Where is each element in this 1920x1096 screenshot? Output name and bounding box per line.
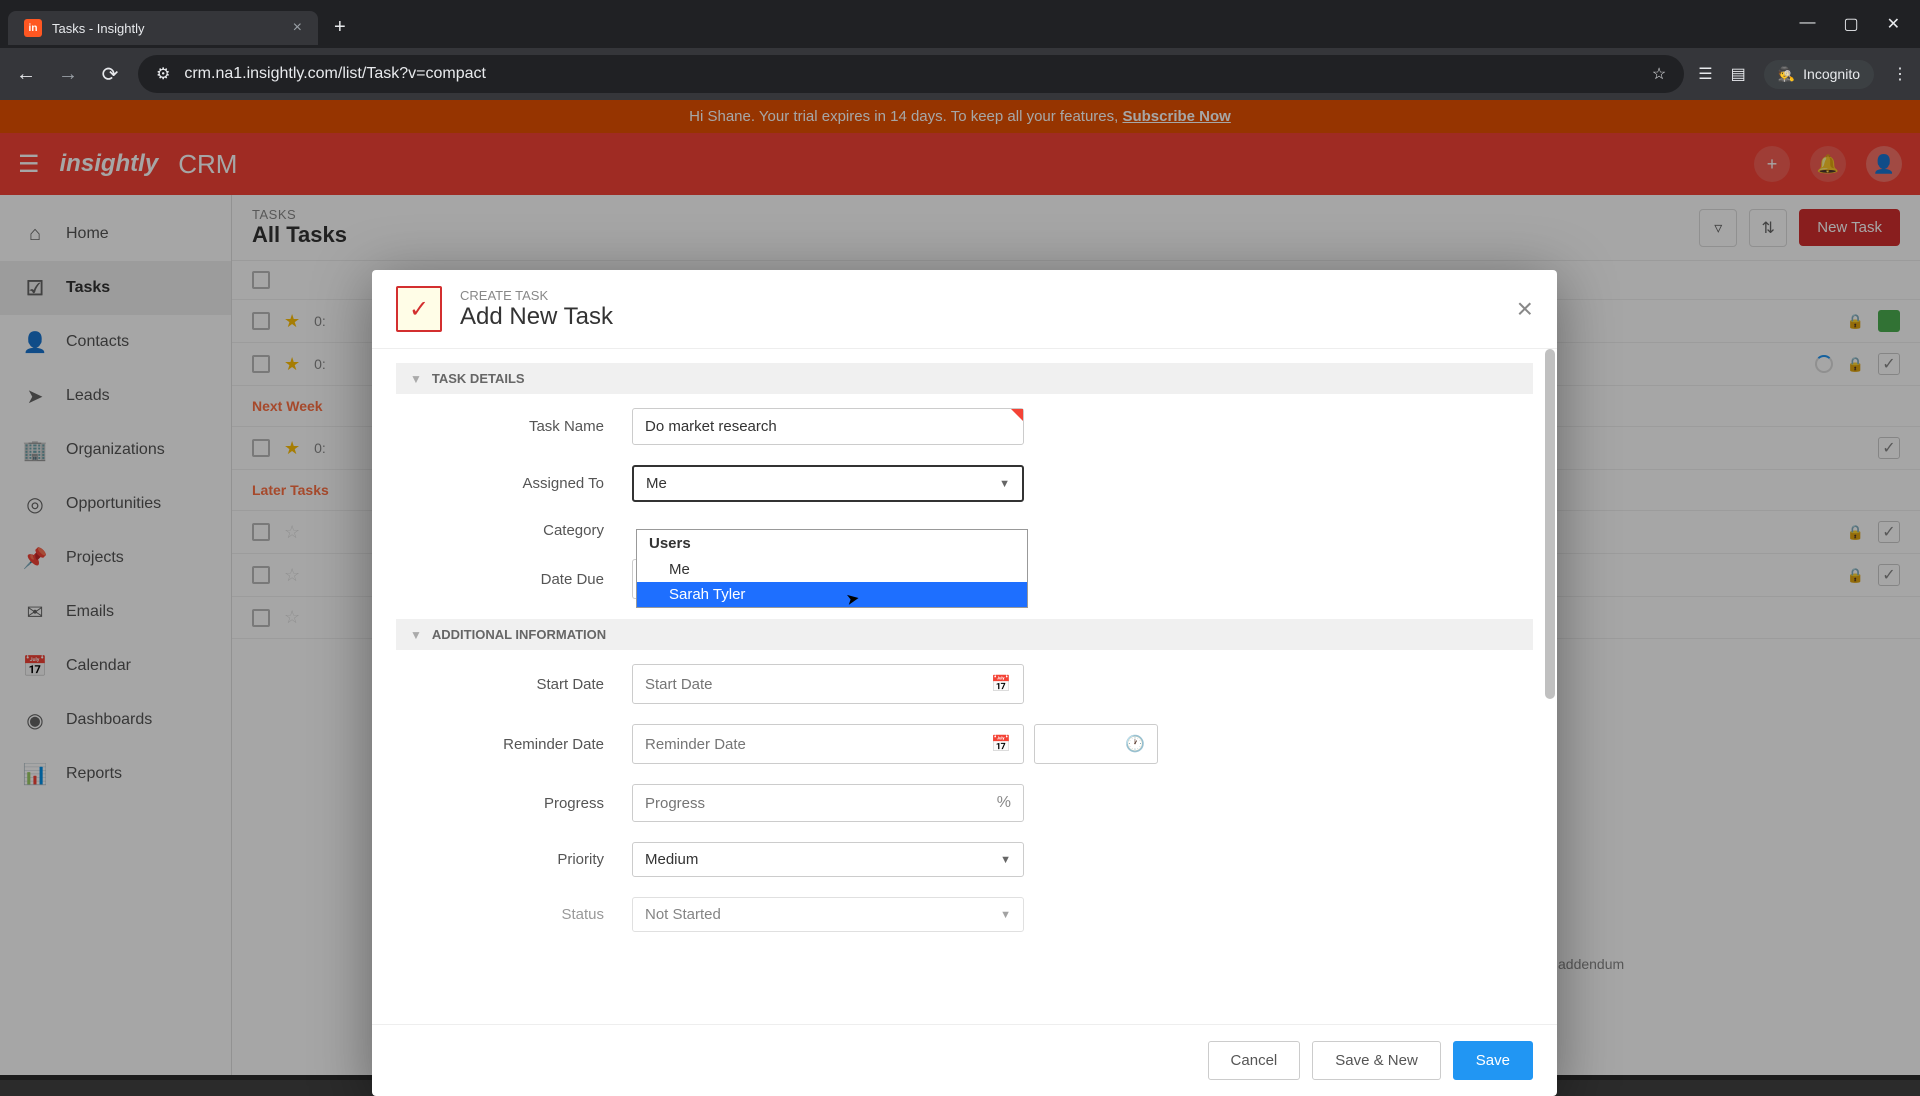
category-label: Category xyxy=(396,522,632,539)
incognito-icon: 🕵 xyxy=(1778,66,1795,83)
modal-title: Add New Task xyxy=(460,303,613,331)
save-button[interactable]: Save xyxy=(1453,1041,1533,1080)
url-bar[interactable]: ⚙ crm.na1.insightly.com/list/Task?v=comp… xyxy=(138,55,1684,93)
chevron-down-icon: ▼ xyxy=(999,478,1010,490)
calendar-icon[interactable]: 📅 xyxy=(991,674,1011,694)
dropdown-option-sarah[interactable]: Sarah Tyler xyxy=(637,582,1027,607)
task-name-input[interactable] xyxy=(632,408,1024,445)
forward-button[interactable]: → xyxy=(54,63,82,86)
modal-header: ✓ CREATE TASK Add New Task × xyxy=(372,270,1557,349)
chevron-down-icon: ▼ xyxy=(1000,854,1011,866)
browser-toolbar: ← → ⟳ ⚙ crm.na1.insightly.com/list/Task?… xyxy=(0,48,1920,100)
save-and-new-button[interactable]: Save & New xyxy=(1312,1041,1441,1080)
date-due-label: Date Due xyxy=(396,571,632,588)
modal-subtitle: CREATE TASK xyxy=(460,288,613,303)
browser-tab-strip: in Tasks - Insightly × + — ▢ ✕ xyxy=(0,0,1920,48)
assigned-to-dropdown: Users Me Sarah Tyler xyxy=(636,529,1028,608)
back-button[interactable]: ← xyxy=(12,63,40,86)
priority-label: Priority xyxy=(396,851,632,868)
window-controls: — ▢ ✕ xyxy=(1799,14,1900,34)
tab-favicon: in xyxy=(24,19,42,37)
tab-title: Tasks - Insightly xyxy=(52,21,144,36)
close-modal-button[interactable]: × xyxy=(1517,293,1533,325)
site-settings-icon[interactable]: ⚙ xyxy=(156,64,170,84)
chevron-down-icon: ▼ xyxy=(410,372,422,386)
close-window-icon[interactable]: ✕ xyxy=(1887,14,1900,34)
status-select[interactable]: Not Started ▼ xyxy=(632,897,1024,932)
priority-select[interactable]: Medium ▼ xyxy=(632,842,1024,877)
side-panel-icon[interactable]: ▤ xyxy=(1731,64,1746,84)
progress-label: Progress xyxy=(396,795,632,812)
status-label: Status xyxy=(396,906,632,923)
reading-list-icon[interactable]: ☰ xyxy=(1698,64,1712,84)
task-icon: ✓ xyxy=(396,286,442,332)
browser-tab[interactable]: in Tasks - Insightly × xyxy=(8,11,318,45)
reminder-date-input[interactable]: 📅 xyxy=(632,724,1024,764)
maximize-icon[interactable]: ▢ xyxy=(1843,14,1858,34)
start-date-label: Start Date xyxy=(396,676,632,693)
reload-button[interactable]: ⟳ xyxy=(96,62,124,87)
chevron-down-icon: ▼ xyxy=(410,628,422,642)
url-text: crm.na1.insightly.com/list/Task?v=compac… xyxy=(184,65,1638,83)
reminder-time-input[interactable]: 🕐 xyxy=(1034,724,1158,764)
modal-footer: Cancel Save & New Save xyxy=(372,1024,1557,1096)
percent-icon: % xyxy=(997,794,1011,812)
browser-menu-icon[interactable]: ⋮ xyxy=(1892,64,1908,84)
dropdown-group-label: Users xyxy=(637,530,1027,557)
reminder-date-label: Reminder Date xyxy=(396,736,632,753)
calendar-icon[interactable]: 📅 xyxy=(991,734,1011,754)
section-additional-info[interactable]: ▼ ADDITIONAL INFORMATION xyxy=(396,619,1533,650)
close-tab-icon[interactable]: × xyxy=(293,19,302,37)
assigned-to-label: Assigned To xyxy=(396,475,632,492)
bookmark-icon[interactable]: ☆ xyxy=(1652,64,1666,84)
minimize-icon[interactable]: — xyxy=(1799,14,1815,34)
scrollbar[interactable] xyxy=(1545,349,1555,699)
dropdown-option-me[interactable]: Me xyxy=(637,557,1027,582)
task-name-label: Task Name xyxy=(396,418,632,435)
section-task-details[interactable]: ▼ TASK DETAILS xyxy=(396,363,1533,394)
modal-body: ▼ TASK DETAILS Task Name Assigned To Me … xyxy=(372,349,1557,1024)
start-date-input[interactable]: 📅 xyxy=(632,664,1024,704)
chevron-down-icon: ▼ xyxy=(1000,909,1011,921)
assigned-to-select[interactable]: Me ▼ xyxy=(632,465,1024,502)
progress-input[interactable]: % xyxy=(632,784,1024,822)
clock-icon[interactable]: 🕐 xyxy=(1125,734,1145,754)
incognito-badge: 🕵 Incognito xyxy=(1764,60,1874,89)
add-task-modal: ✓ CREATE TASK Add New Task × ▼ TASK DETA… xyxy=(372,270,1557,1096)
cancel-button[interactable]: Cancel xyxy=(1208,1041,1301,1080)
new-tab-button[interactable]: + xyxy=(334,16,346,39)
